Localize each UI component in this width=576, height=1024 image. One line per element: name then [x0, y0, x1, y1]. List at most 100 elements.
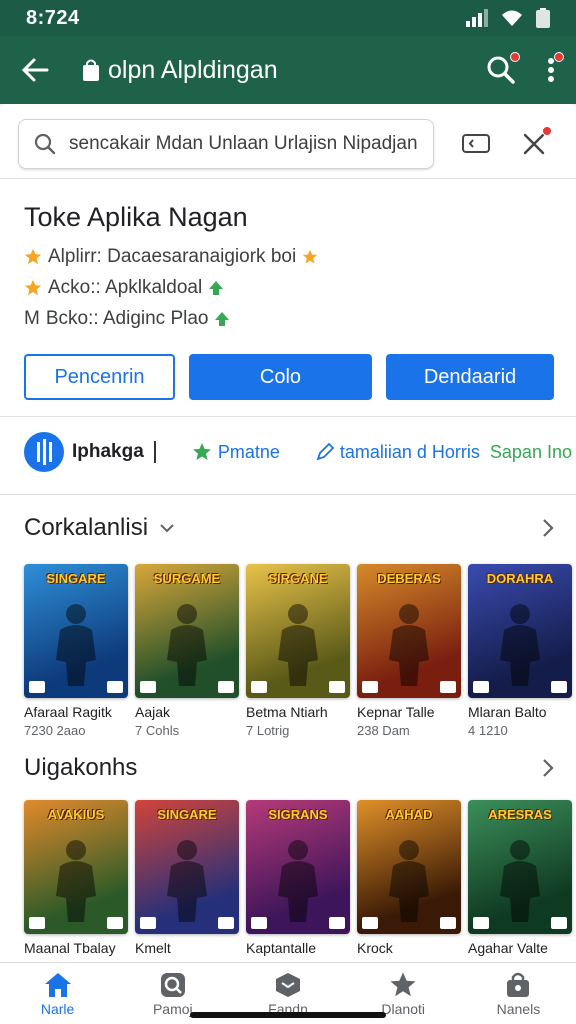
search-icon	[160, 972, 185, 997]
game-thumbnail[interactable]: AVAKIUS	[24, 800, 128, 934]
developer-name[interactable]: Iphakga	[72, 441, 144, 463]
arrow-left-icon	[21, 58, 49, 82]
character-art-icon	[167, 604, 207, 686]
game-logo-text: SIGRANS	[268, 807, 328, 822]
action-buttons: Pencenrin Colo Dendaarid	[24, 354, 554, 400]
chevron-right-icon[interactable]	[542, 758, 554, 778]
search-input[interactable]: sencakair Mdan Unlaan Urlajisn Nipadjan	[18, 119, 434, 169]
platform-badge-icon	[329, 681, 345, 693]
chip-3[interactable]: Sapan Ino	[490, 442, 572, 463]
info-text-3: Bcko:: Adiginc Plao	[45, 308, 209, 329]
app-card[interactable]: SIRGANE Betma Ntiarh 7 Lotrig	[246, 564, 350, 738]
signal-icon	[466, 9, 488, 27]
character-art-icon	[56, 840, 96, 922]
app-card[interactable]: DEBERAS Kepnar Talle 238 Dam	[357, 564, 461, 738]
card-row-2: AVAKIUS Maanal Tbalay SINGARE Kmelt SIGRANS K…	[24, 800, 572, 956]
back-button[interactable]	[18, 53, 52, 87]
divider	[0, 416, 576, 417]
rating-badge-icon	[473, 917, 489, 929]
app-card[interactable]: SINGARE Afaraal Ragitk 7230 2aao	[24, 564, 128, 738]
platform-badge-icon	[440, 681, 456, 693]
chip-2[interactable]: tamaliian d Horris	[316, 442, 480, 463]
nav-bag-label: Nanels	[496, 1000, 541, 1017]
platform-badge-icon	[551, 681, 567, 693]
screen-cast-button[interactable]	[456, 124, 496, 164]
section-title-2: Uigakonhs	[24, 754, 138, 781]
outline-button[interactable]: Pencenrin	[24, 354, 175, 400]
game-thumbnail[interactable]: ARESRAS	[468, 800, 572, 934]
developer-row: Iphakga Pmatne tamaliian d Horris Sapan …	[24, 430, 576, 474]
primary-button-2[interactable]: Dendaarid	[386, 354, 554, 400]
chip-1[interactable]: Pmatne	[192, 442, 280, 463]
app-card-sub: 7 Lotrig	[246, 723, 290, 738]
box-icon	[276, 972, 300, 997]
game-thumbnail[interactable]: AAHAD	[357, 800, 461, 934]
game-logo-text: AVAKIUS	[47, 807, 105, 822]
game-thumbnail[interactable]: SINGARE	[24, 564, 128, 698]
character-art-icon	[167, 840, 207, 922]
rating-badge-icon	[362, 917, 378, 929]
game-logo-text: ARESRAS	[488, 807, 552, 822]
game-thumbnail[interactable]: SURGAME	[135, 564, 239, 698]
overflow-menu-button[interactable]	[544, 52, 564, 85]
app-card[interactable]: ARESRAS Agahar Valte	[468, 800, 572, 956]
rating-badge-icon	[473, 681, 489, 693]
game-logo-text: SINGARE	[46, 571, 106, 586]
chevron-right-icon[interactable]	[542, 518, 554, 538]
app-card-name: Krock	[357, 940, 393, 956]
divider	[0, 494, 576, 495]
app-card-name: Kmelt	[135, 940, 171, 956]
app-card[interactable]: DORAHRA Mlaran Balto 4 1210	[468, 564, 572, 738]
app-bar-title: olpn Alpldingan	[108, 55, 278, 84]
app-bar-title-group: olpn Alpldingan	[82, 56, 278, 85]
nav-home[interactable]: Narle	[0, 963, 115, 1024]
game-thumbnail[interactable]: SIGRANS	[246, 800, 350, 934]
app-card[interactable]: SIGRANS Kaptantalle	[246, 800, 350, 956]
platform-badge-icon	[218, 917, 234, 929]
character-art-icon	[389, 604, 429, 686]
game-thumbnail[interactable]: DORAHRA	[468, 564, 572, 698]
section-title-1: Corkalanlisi	[24, 514, 149, 541]
section-header-1[interactable]: Corkalanlisi	[24, 514, 554, 542]
character-art-icon	[278, 840, 318, 922]
platform-badge-icon	[329, 917, 345, 929]
search-row: sencakair Mdan Unlaan Urlajisn Nipadjan	[18, 118, 558, 170]
info-text-1: Alplirr: Dacaesaranaigiork boi	[48, 246, 297, 267]
developer-logo[interactable]	[24, 432, 64, 472]
nav-bag[interactable]: Nanels	[461, 963, 576, 1024]
game-logo-text: DEBERAS	[377, 571, 441, 586]
primary-button-1[interactable]: Colo	[189, 354, 372, 400]
status-icons	[466, 8, 550, 28]
section-header-2[interactable]: Uigakonhs	[24, 754, 554, 782]
app-card-name: Mlaran Balto	[468, 704, 547, 720]
nav-search-label: Pamoj	[152, 1000, 193, 1017]
app-title: Toke Aplika Nagan	[24, 202, 248, 232]
rating-badge-icon	[251, 681, 267, 693]
app-card-sub: 7230 2aao	[24, 723, 86, 738]
platform-badge-icon	[107, 681, 123, 693]
rating-badge-icon	[29, 681, 45, 693]
toolbar-search-button[interactable]	[486, 52, 520, 85]
game-thumbnail[interactable]: SINGARE	[135, 800, 239, 934]
edit-icon	[316, 443, 334, 461]
bag-icon	[83, 59, 99, 81]
filter-badge	[542, 126, 552, 136]
game-thumbnail[interactable]: DEBERAS	[357, 564, 461, 698]
cast-icon	[462, 134, 490, 153]
app-card-sub: 238 Dam	[357, 723, 410, 738]
game-thumbnail[interactable]: SIRGANE	[246, 564, 350, 698]
battery-icon	[536, 8, 550, 28]
close-filter-button[interactable]	[514, 124, 554, 164]
character-art-icon	[500, 604, 540, 686]
app-card-sub: 4 1210	[468, 723, 508, 738]
app-card[interactable]: SINGARE Kmelt	[135, 800, 239, 956]
rating-badge-icon	[29, 917, 45, 929]
app-card[interactable]: SURGAME Aajak 7 Cohls	[135, 564, 239, 738]
app-card[interactable]: AAHAD Krock	[357, 800, 461, 956]
nav-home-label: Narle	[40, 1000, 75, 1017]
app-card[interactable]: AVAKIUS Maanal Tbalay	[24, 800, 128, 956]
home-icon	[44, 972, 71, 997]
card-row-1: SINGARE Afaraal Ragitk 7230 2aao SURGAME Aaj…	[24, 564, 572, 738]
arrow-up-icon	[215, 312, 230, 326]
game-logo-text: SINGARE	[157, 807, 217, 822]
